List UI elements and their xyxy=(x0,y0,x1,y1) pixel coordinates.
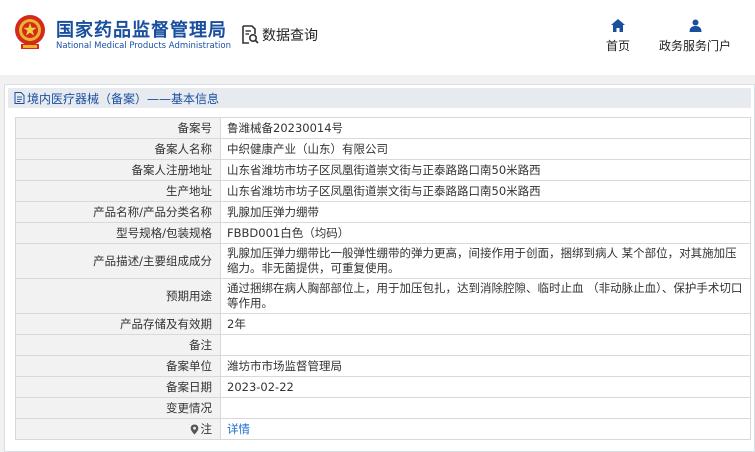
table-row: 备案人注册地址 山东省潍坊市坊子区凤凰街道崇文街与正泰路路口南50米路西 xyxy=(15,159,751,181)
table-row: 产品描述/主要组成成分 乳腺加压弹力绷带比一般弹性绷带的弹力更高，间接作用于创面… xyxy=(15,243,751,279)
document-search-icon xyxy=(242,25,259,44)
field-value: 2年 xyxy=(220,313,751,335)
field-label: 预期用途 xyxy=(15,278,221,314)
field-value: 2023-02-22 xyxy=(220,376,751,398)
user-icon xyxy=(689,19,701,32)
table-row: 备案号 鲁潍械备20230014号 xyxy=(15,117,751,139)
field-label: 产品名称/产品分类名称 xyxy=(15,201,221,223)
field-value: 乳腺加压弹力绷带 xyxy=(220,201,751,223)
field-label: 产品存储及有效期 xyxy=(15,313,221,335)
table-row: 型号规格/包装规格 FBBD001白色（均码） xyxy=(15,222,751,244)
field-value: 潍坊市市场监督管理局 xyxy=(220,355,751,377)
field-label: 型号规格/包装规格 xyxy=(15,222,221,244)
nav-home-label: 首页 xyxy=(605,39,630,53)
field-value: 山东省潍坊市坊子区凤凰街道崇文街与正泰路路口南50米路西 xyxy=(220,159,751,181)
table-row: 预期用途 通过捆绑在病人胸部部位上，用于加压包扎，达到消除腔隙、临时止血 （非动… xyxy=(15,278,751,314)
nav-gov-portal-label: 政务服务门户 xyxy=(658,39,731,53)
table-row: 备案日期 2023-02-22 xyxy=(15,376,751,398)
note-label-cell: 注 xyxy=(15,418,221,440)
field-value: 鲁潍械备20230014号 xyxy=(220,117,751,139)
nav-gov-portal[interactable]: 政务服务门户 xyxy=(652,19,738,54)
field-label: 备案号 xyxy=(15,117,221,139)
record-info-table: 备案号 鲁潍械备20230014号 备案人名称 中织健康产业（山东）有限公司 备… xyxy=(15,117,751,440)
field-label: 备案日期 xyxy=(15,376,221,398)
details-link[interactable]: 详情 xyxy=(227,422,250,436)
table-row: 注 详情 xyxy=(15,418,751,440)
table-row: 备案单位 潍坊市市场监督管理局 xyxy=(15,355,751,377)
brand-subtitle: National Medical Products Administration xyxy=(56,41,231,51)
field-value: FBBD001白色（均码） xyxy=(220,222,751,244)
data-query-label: 数据查询 xyxy=(262,28,318,44)
brand-title: 国家药品监督管理局 xyxy=(56,20,227,41)
field-label: 备案人名称 xyxy=(15,138,221,160)
field-value: 详情 xyxy=(220,418,751,440)
field-label: 备案单位 xyxy=(15,355,221,377)
note-label: 注 xyxy=(200,422,213,436)
home-icon xyxy=(611,19,625,32)
field-label: 产品描述/主要组成成分 xyxy=(15,243,221,279)
table-row: 生产地址 山东省潍坊市坊子区凤凰街道崇文街与正泰路路口南50米路西 xyxy=(15,180,751,202)
nav-home[interactable]: 首页 xyxy=(598,19,638,54)
document-icon xyxy=(14,92,25,104)
national-emblem-icon xyxy=(15,15,45,49)
table-row: 产品存储及有效期 2年 xyxy=(15,313,751,335)
field-value xyxy=(220,334,751,356)
site-header: 国家药品监督管理局 National Medical Products Admi… xyxy=(0,0,755,70)
field-value: 乳腺加压弹力绷带比一般弹性绷带的弹力更高，间接作用于创面，捆绑到病人 某个部位，… xyxy=(220,243,751,279)
table-row: 备案人名称 中织健康产业（山东）有限公司 xyxy=(15,138,751,160)
data-query-link[interactable]: 数据查询 xyxy=(241,24,318,46)
table-row: 产品名称/产品分类名称 乳腺加压弹力绷带 xyxy=(15,201,751,223)
field-value: 中织健康产业（山东）有限公司 xyxy=(220,138,751,160)
field-value: 山东省潍坊市坊子区凤凰街道崇文街与正泰路路口南50米路西 xyxy=(220,180,751,202)
field-label: 备案人注册地址 xyxy=(15,159,221,181)
table-row: 变更情况 xyxy=(15,397,751,419)
table-row: 备注 xyxy=(15,334,751,356)
breadcrumb-text: 境内医疗器械（备案）——基本信息 xyxy=(27,91,220,106)
location-pin-icon xyxy=(190,424,198,435)
field-value xyxy=(220,397,751,419)
field-value: 通过捆绑在病人胸部部位上，用于加压包扎，达到消除腔隙、临时止血 （非动脉止血）、… xyxy=(220,278,751,314)
field-label: 备注 xyxy=(15,334,221,356)
breadcrumb: 境内医疗器械（备案）——基本信息 xyxy=(8,88,751,108)
field-label: 变更情况 xyxy=(15,397,221,419)
field-label: 生产地址 xyxy=(15,180,221,202)
